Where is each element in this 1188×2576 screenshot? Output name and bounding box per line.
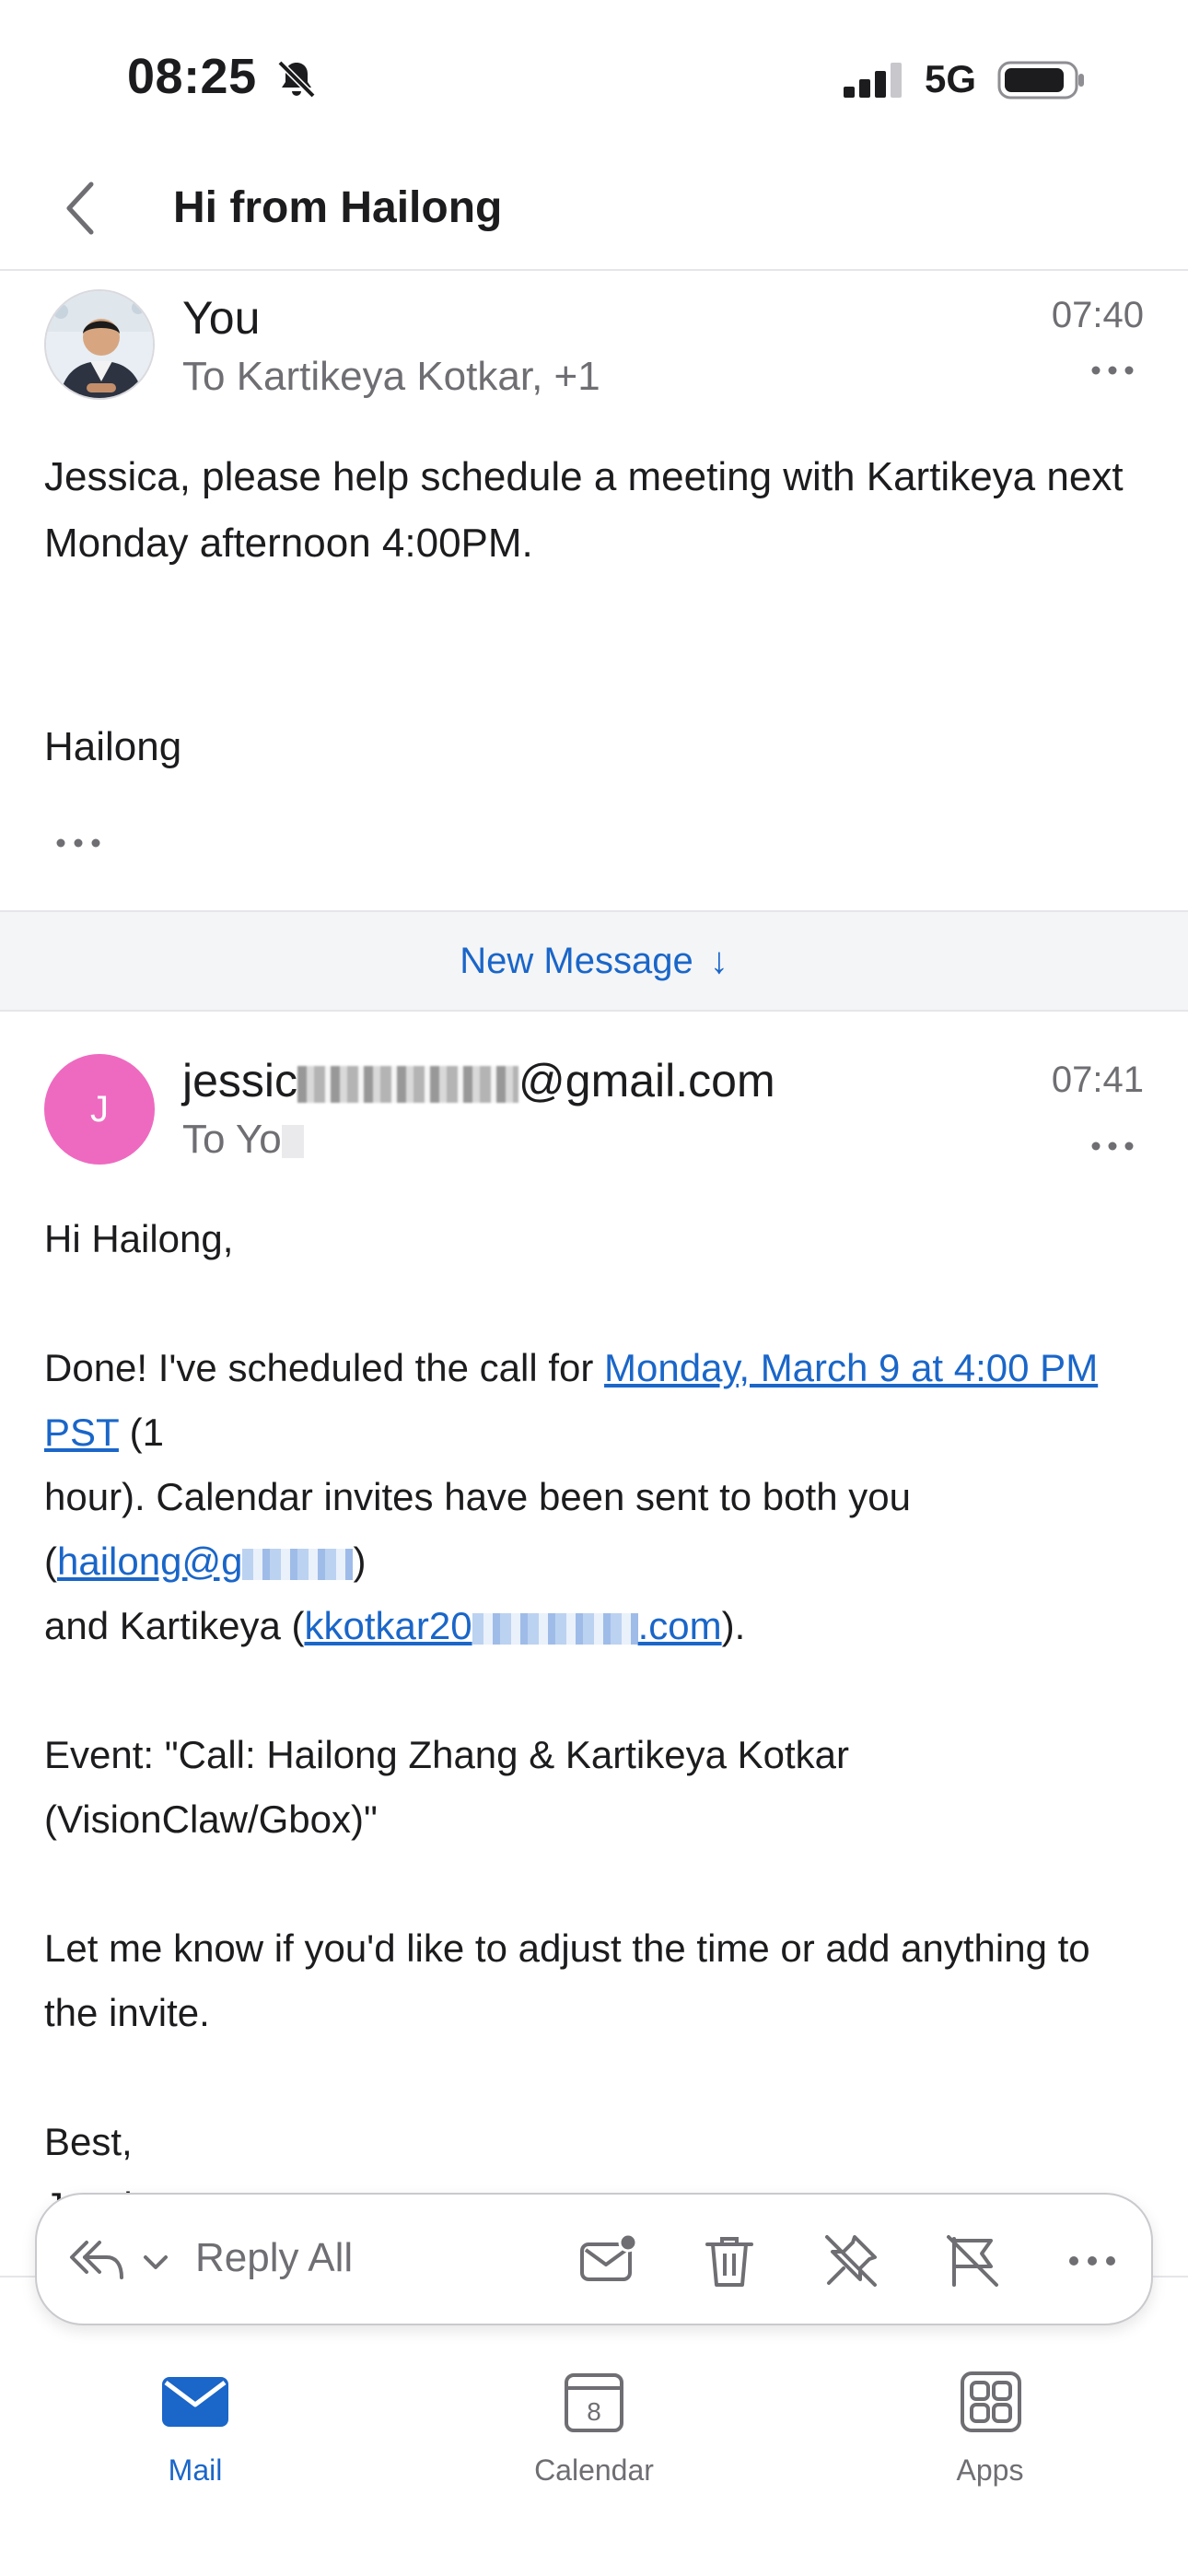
body-paragraph: and Kartikeya (kkotkar20 .com). [44, 1594, 1149, 1658]
unflag-icon[interactable] [943, 2231, 1002, 2290]
signal-icon [844, 63, 902, 98]
event-line: Event: "Call: Hailong Zhang & Kartikeya … [44, 1733, 850, 1776]
show-quoted-text-icon[interactable] [53, 831, 103, 855]
greeting: Hi Hailong, [44, 1217, 234, 1260]
thread-title: Hi from Hailong [173, 183, 503, 232]
unpin-icon[interactable] [821, 2231, 880, 2290]
avatar[interactable]: J [44, 1054, 155, 1165]
arrow-down-icon: ↓ [709, 940, 728, 981]
reply-all-icon[interactable] [68, 2235, 125, 2283]
mark-unread-icon[interactable] [578, 2231, 637, 2290]
bell-muted-icon [277, 60, 316, 99]
back-button[interactable] [48, 173, 112, 243]
tab-label: Mail [168, 2453, 223, 2487]
redaction-blur [242, 1548, 354, 1580]
mail-icon [162, 2377, 228, 2427]
message-item: J jessic @gmail.com To Yo 07:41 Hi Hailon… [0, 1013, 1188, 2228]
new-message-banner[interactable]: New Message ↓ [0, 910, 1188, 1012]
apps-grid-icon [961, 2371, 1021, 2432]
tab-apps[interactable]: Apps [879, 2370, 1101, 2517]
battery-icon [997, 61, 1084, 100]
reply-all-button[interactable]: Reply All [195, 2235, 353, 2281]
event-line: (VisionClaw/Gbox)" [44, 1797, 378, 1841]
calendar-icon: 8 [565, 2373, 623, 2432]
trash-icon[interactable] [700, 2231, 759, 2290]
body-text: ( [44, 1540, 57, 1583]
recipients-line[interactable]: To Kartikeya Kotkar, +1 [182, 354, 600, 400]
message-signature: Hailong [44, 724, 182, 769]
tab-calendar[interactable]: 8 Calendar [483, 2370, 705, 2517]
chevron-down-icon[interactable] [140, 2246, 171, 2277]
more-options-icon[interactable] [1063, 2231, 1122, 2290]
body-text: and Kartikeya ( [44, 1604, 305, 1647]
email-link[interactable]: hailong@g [57, 1540, 354, 1583]
message-time: 07:40 [1051, 295, 1144, 335]
email-link-text: .com [637, 1604, 722, 1647]
email-link-text: kkotkar20 [304, 1604, 472, 1647]
status-bar: 08:25 5G [0, 0, 1188, 147]
sender-email-prefix: jessic [182, 1055, 298, 1107]
body-text: hour). Calendar invites have been sent t… [44, 1475, 911, 1518]
recipients-prefix: To Yo [182, 1117, 282, 1162]
calendar-date: 8 [587, 2397, 601, 2426]
chevron-left-icon [66, 181, 94, 235]
redaction-blur [281, 1125, 304, 1159]
message-body: Hi Hailong, Done! I've scheduled the cal… [44, 1207, 1149, 2239]
email-link-text: hailong@g [57, 1540, 243, 1583]
redaction-blur [297, 1065, 519, 1103]
email-thread-screen: 08:25 5G Hi from Hailong You To Kartikey… [0, 0, 1188, 2576]
email-link[interactable]: kkotkar20 .com [304, 1604, 721, 1647]
status-time: 08:25 [127, 49, 257, 104]
body-text: ). [721, 1604, 746, 1647]
tab-label: Calendar [534, 2453, 654, 2487]
more-options-icon[interactable] [1089, 357, 1136, 383]
sender-email: jessic @gmail.com [182, 1054, 775, 1107]
new-message-label: New Message [460, 940, 693, 981]
redaction-blur [472, 1612, 638, 1645]
more-options-icon[interactable] [1089, 1133, 1136, 1159]
body-text: ) [353, 1540, 367, 1583]
message-item: You To Kartikeya Kotkar, +1 07:40 Jessic… [0, 273, 1188, 912]
nav-bar: Hi from Hailong [0, 147, 1188, 271]
message-body: Jessica, please help schedule a meeting … [44, 454, 1124, 566]
tab-mail[interactable]: Mail [85, 2370, 306, 2517]
body-paragraph: Done! I've scheduled the call for Monday… [44, 1336, 1149, 1465]
signoff: Best, [44, 2120, 133, 2163]
tab-label: Apps [956, 2453, 1024, 2487]
person-photo-icon [46, 291, 153, 398]
sender-name: You [182, 292, 261, 344]
avatar[interactable] [44, 289, 155, 400]
network-label: 5G [925, 57, 977, 100]
body-text: (1 [118, 1411, 164, 1454]
message-time: 07:41 [1051, 1060, 1144, 1100]
recipients-line[interactable]: To Yo [182, 1117, 304, 1163]
body-paragraph: (hailong@g) [44, 1529, 1149, 1594]
message-action-bar: Reply All [35, 2193, 1153, 2325]
body-text: Done! I've scheduled the call for [44, 1346, 605, 1389]
sender-email-suffix: @gmail.com [518, 1055, 775, 1107]
closing-line: Let me know if you'd like to adjust the … [44, 1926, 1090, 2034]
